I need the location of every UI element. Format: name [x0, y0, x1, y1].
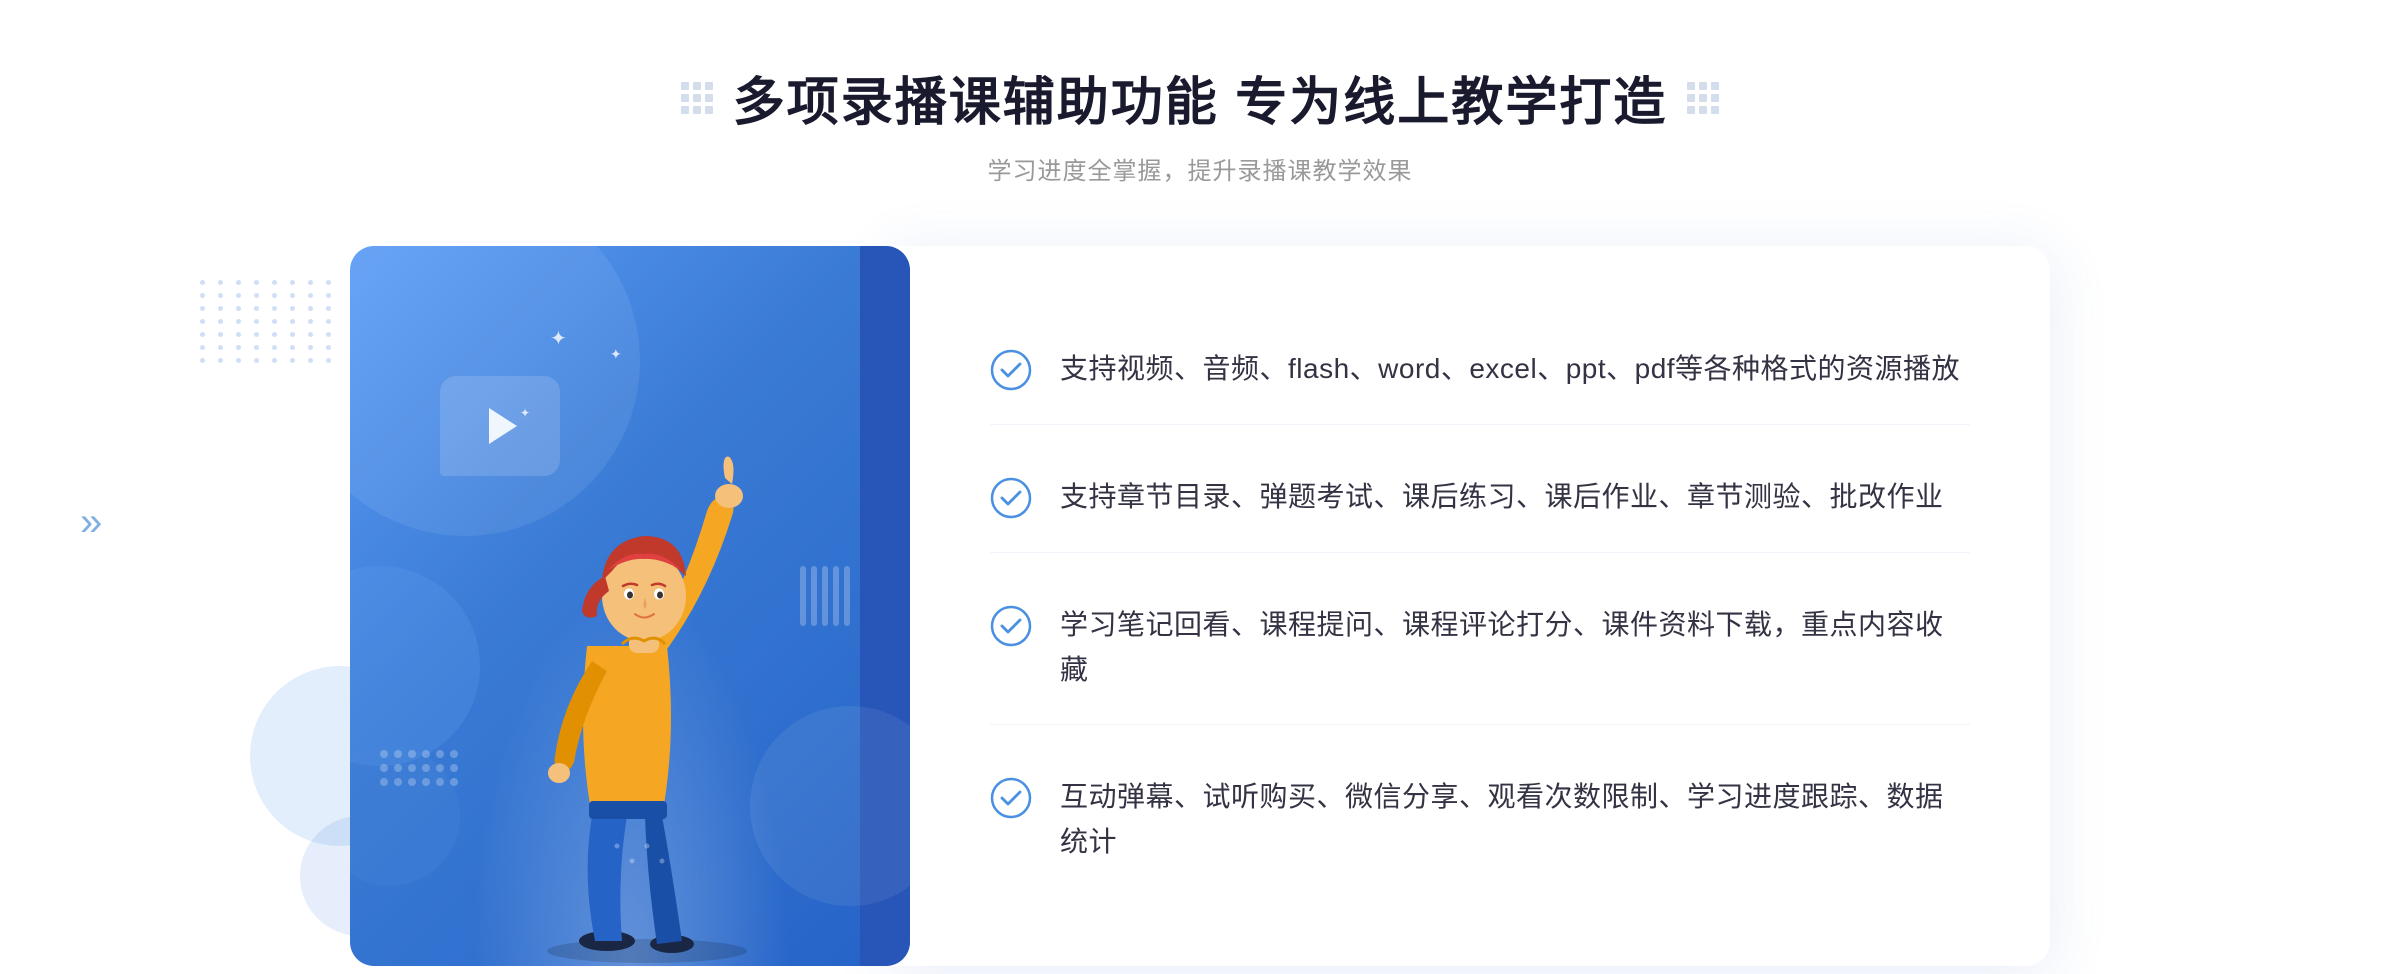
feature-text-3: 学习笔记回看、课程提问、课程评论打分、课件资料下载，重点内容收藏 — [1060, 603, 1970, 693]
left-grid-decorator — [681, 82, 713, 114]
feature-item-1: 支持视频、音频、flash、word、excel、ppt、pdf等各种格式的资源… — [990, 315, 1970, 425]
check-icon-4 — [990, 777, 1032, 819]
deco-circle-1 — [350, 566, 480, 766]
header-decorators: 多项录播课辅助功能 专为线上教学打造 — [681, 60, 1719, 135]
right-grid-decorator — [1687, 82, 1719, 114]
chevron-left-decoration: » — [80, 500, 102, 545]
page-wrapper: document.write(Array(56).fill('<span cla… — [0, 0, 2400, 974]
page-subtitle: 学习进度全掌握，提升录播课教学效果 — [681, 151, 1719, 186]
feature-text-2: 支持章节目录、弹题考试、课后练习、课后作业、章节测验、批改作业 — [1060, 475, 1944, 520]
illustration-card: ✦ ✦ ✦ — [350, 246, 910, 966]
feature-item-2: 支持章节目录、弹题考试、课后练习、课后作业、章节测验、批改作业 — [990, 443, 1970, 553]
sparkle-1: ✦ — [550, 326, 567, 351]
content-area: ✦ ✦ ✦ — [350, 246, 2050, 966]
header-section: 多项录播课辅助功能 专为线上教学打造 学习进度全掌握，提升录播课教学效果 — [681, 60, 1719, 186]
check-icon-1 — [990, 349, 1032, 391]
sparkle-2: ✦ — [610, 346, 622, 363]
blue-vertical-bar — [860, 246, 910, 966]
check-icon-2 — [990, 477, 1032, 519]
illustration-dots — [380, 750, 458, 786]
feature-item-3: 学习笔记回看、课程提问、课程评论打分、课件资料下载，重点内容收藏 — [990, 571, 1970, 726]
feature-item-4: 互动弹幕、试听购买、微信分享、观看次数限制、学习进度跟踪、数据统计 — [990, 743, 1970, 897]
feature-card: 支持视频、音频、flash、word、excel、ppt、pdf等各种格式的资源… — [890, 246, 2050, 966]
feature-text-4: 互动弹幕、试听购买、微信分享、观看次数限制、学习进度跟踪、数据统计 — [1060, 775, 1970, 865]
person-illustration — [477, 386, 817, 966]
dot-pattern-left: document.write(Array(56).fill('<span cla… — [200, 280, 336, 363]
feature-text-1: 支持视频、音频、flash、word、excel、ppt、pdf等各种格式的资源… — [1060, 347, 1960, 392]
page-title: 多项录播课辅助功能 专为线上教学打造 — [733, 60, 1667, 135]
check-icon-3 — [990, 605, 1032, 647]
